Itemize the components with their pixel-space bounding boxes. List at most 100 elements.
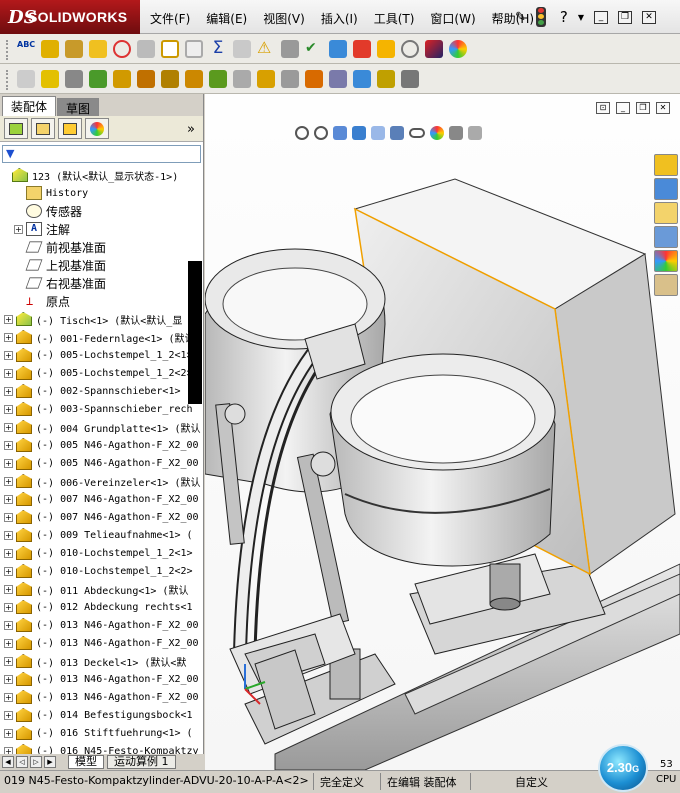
expand-chevron-icon[interactable]: »	[187, 122, 195, 137]
tree-filter-input[interactable]: ▼	[2, 145, 201, 163]
pin-icon[interactable]: ✎	[515, 10, 526, 25]
checkbox-icon[interactable]	[161, 40, 179, 58]
sigma-icon[interactable]: Σ	[209, 40, 227, 58]
tab-motion-study[interactable]: 运动算例 1	[107, 755, 176, 769]
component-row[interactable]: + (-) 012 Abdeckung rechts<1	[0, 598, 203, 616]
component-row[interactable]: + (-) Tisch<1> (默认<默认_显	[0, 310, 203, 328]
design-library-tab-icon[interactable]	[654, 178, 678, 200]
expand-toggle-icon[interactable]: +	[4, 350, 13, 360]
spellcheck-icon[interactable]: ABC	[17, 40, 35, 58]
help-icon[interactable]: ?	[560, 8, 568, 26]
tree-item[interactable]: + A 注解	[0, 220, 203, 238]
menu-insert[interactable]: 插入(I)	[321, 10, 358, 27]
rebuild-traffic-light-icon[interactable]	[535, 7, 546, 27]
tree-item[interactable]: History	[0, 184, 203, 202]
appearance-icon[interactable]	[377, 40, 395, 58]
help-dropdown-icon[interactable]: ▼	[578, 13, 584, 22]
next-tab-icon[interactable]: ▷	[30, 756, 42, 768]
property-manager-tab-icon[interactable]	[31, 118, 55, 139]
expand-toggle-icon[interactable]: +	[4, 314, 13, 324]
viewport-restore-icon[interactable]: ❐	[636, 102, 650, 114]
component-row[interactable]: + (-) 003-Spannschieber_rech	[0, 400, 203, 418]
component-row[interactable]: + (-) 002-Spannschieber<1> (	[0, 382, 203, 400]
hide-show-items-icon[interactable]	[409, 128, 425, 138]
checkbox-disabled-icon[interactable]	[185, 40, 203, 58]
expand-toggle-icon[interactable]: +	[4, 476, 13, 486]
instant3d-icon[interactable]	[401, 70, 419, 88]
component-row[interactable]: + (-) 013 N46-Agathon-F_X2_00	[0, 670, 203, 688]
component-row[interactable]: + (-) 016 N45-Festo-Kompaktzy	[0, 742, 203, 754]
interference-icon[interactable]	[329, 70, 347, 88]
status-units[interactable]: 自定义	[515, 774, 548, 790]
expand-toggle-icon[interactable]: +	[4, 422, 13, 432]
tree-item[interactable]: 传感器	[0, 202, 203, 220]
expand-toggle-icon[interactable]: +	[4, 530, 13, 540]
expand-toggle-icon[interactable]: +	[4, 368, 13, 378]
apply-scene-icon[interactable]	[449, 126, 463, 140]
viewport-split-icon[interactable]: ⊡	[596, 102, 610, 114]
expand-toggle-icon[interactable]: +	[4, 512, 13, 522]
component-row[interactable]: + (-) 005-Lochstempel_1_2<2>	[0, 364, 203, 382]
solidworks-logo[interactable]: DS SOLIDWORKS	[0, 0, 140, 34]
expand-toggle-icon[interactable]: +	[4, 620, 13, 630]
menu-edit[interactable]: 编辑(E)	[206, 10, 247, 27]
table-icon[interactable]	[329, 40, 347, 58]
new-motion-study-icon[interactable]	[257, 70, 275, 88]
exploded-view-icon[interactable]	[305, 70, 323, 88]
component-row[interactable]: + (-) 006-Vereinzeler<1> (默认	[0, 472, 203, 490]
file-explorer-tab-icon[interactable]	[654, 202, 678, 224]
section-icon[interactable]	[281, 40, 299, 58]
component-row[interactable]: + (-) 013 N46-Agathon-F_X2_00	[0, 616, 203, 634]
first-tab-icon[interactable]: ◀	[2, 756, 14, 768]
expand-toggle-icon[interactable]: +	[4, 566, 13, 576]
component-row[interactable]: + (-) 016 Stiftfuehrung<1> (	[0, 724, 203, 742]
hand-icon[interactable]	[137, 40, 155, 58]
component-row[interactable]: + (-) 005 N46-Agathon-F_X2_00	[0, 436, 203, 454]
expand-toggle-icon[interactable]: +	[4, 692, 13, 702]
expand-toggle-icon[interactable]: +	[4, 404, 13, 414]
toolbar-grip-2[interactable]	[6, 70, 9, 90]
zoom-to-fit-icon[interactable]	[295, 126, 309, 140]
expand-toggle-icon[interactable]: +	[4, 548, 13, 558]
dimension-icon[interactable]	[89, 40, 107, 58]
tree-root[interactable]: 123 (默认<默认_显示状态-1>)	[0, 166, 203, 184]
menu-file[interactable]: 文件(F)	[150, 10, 190, 27]
tab-assembly[interactable]: 装配体	[2, 96, 57, 116]
bill-of-materials-icon[interactable]	[281, 70, 299, 88]
custom-properties-tab-icon[interactable]	[654, 274, 678, 296]
appearances-tab-icon[interactable]	[654, 250, 678, 272]
check-dropdown-icon[interactable]: ✔	[305, 40, 323, 58]
measure-icon[interactable]	[233, 40, 251, 58]
reference-geometry-icon[interactable]	[233, 70, 251, 88]
tab-sketch[interactable]: 草图	[57, 98, 100, 116]
expand-toggle-icon[interactable]: +	[4, 440, 13, 450]
expand-toggle-icon[interactable]: +	[4, 584, 13, 594]
expand-toggle-icon[interactable]: +	[4, 710, 13, 720]
warning-icon[interactable]: ⚠	[257, 40, 275, 58]
menu-view[interactable]: 视图(V)	[263, 10, 305, 27]
close-window-button[interactable]: ✕	[642, 10, 657, 24]
component-row[interactable]: + (-) 001-Federnlage<1> (默认	[0, 328, 203, 346]
tree-item[interactable]: 右视基准面	[0, 274, 203, 292]
graphics-area[interactable]: ⊡ _ ❐ ✕	[205, 94, 680, 770]
expand-toggle-icon[interactable]: +	[4, 494, 13, 504]
component-row[interactable]: + (-) 010-Lochstempel_1_2<2>	[0, 562, 203, 580]
prev-tab-icon[interactable]: ◁	[16, 756, 28, 768]
toolbar-grip[interactable]	[6, 40, 9, 60]
component-row[interactable]: + (-) 014 Befestigungsbock<1	[0, 706, 203, 724]
balance-icon[interactable]	[65, 40, 83, 58]
tree-item[interactable]: ⊥ 原点	[0, 292, 203, 310]
mate-check-icon[interactable]	[401, 40, 419, 58]
move-component-icon[interactable]	[113, 70, 131, 88]
component-row[interactable]: + (-) 011 Abdeckung<1> (默认	[0, 580, 203, 598]
smart-fasteners-icon[interactable]	[161, 70, 179, 88]
component-row[interactable]: + (-) 007 N46-Agathon-F_X2_00	[0, 508, 203, 526]
rotate-component-icon[interactable]	[137, 70, 155, 88]
last-tab-icon[interactable]: ▶	[44, 756, 56, 768]
component-row[interactable]: + (-) 005 N46-Agathon-F_X2_00	[0, 454, 203, 472]
clearance-icon[interactable]	[353, 70, 371, 88]
menu-tools[interactable]: 工具(T)	[374, 10, 415, 27]
tree-item[interactable]: 前视基准面	[0, 238, 203, 256]
component-row[interactable]: + (-) 013 N46-Agathon-F_X2_00	[0, 634, 203, 652]
component-color-icon[interactable]	[353, 40, 371, 58]
